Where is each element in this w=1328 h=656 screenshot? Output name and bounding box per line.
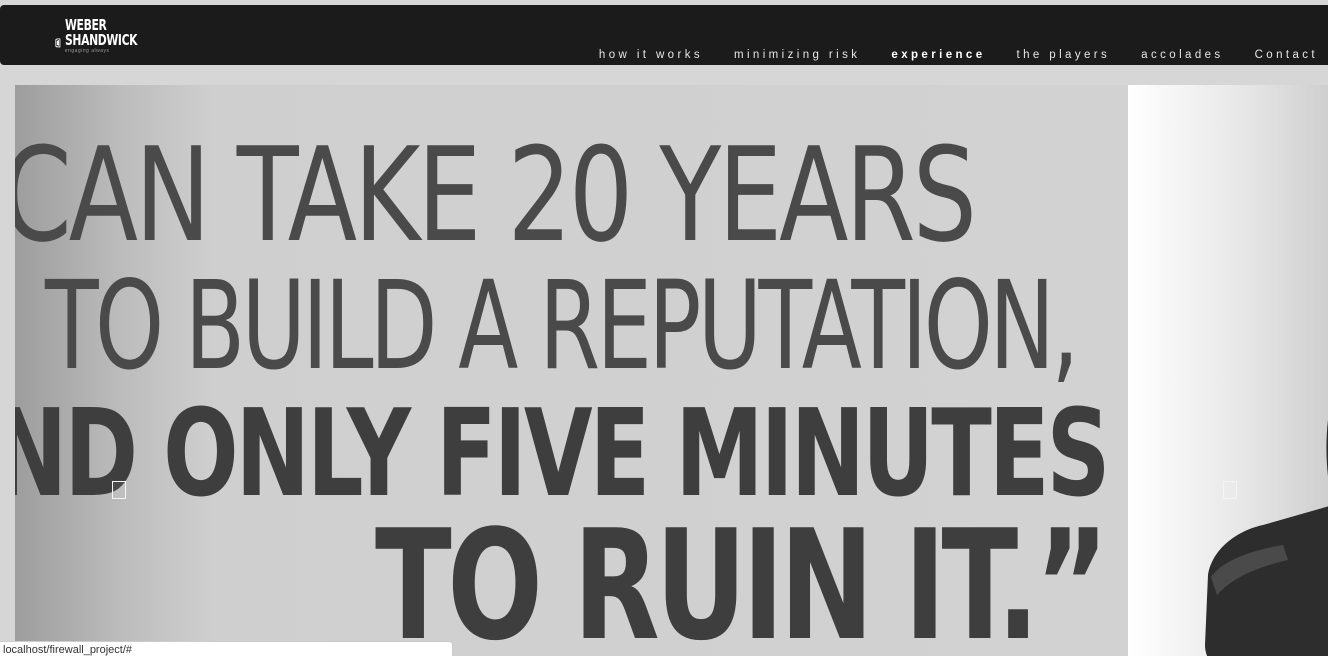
page: WEBER SHANDWICK engaging always how it w…: [0, 0, 1328, 656]
top-navigation-bar: WEBER SHANDWICK engaging always how it w…: [0, 5, 1328, 65]
brand-wordmark: WEBER SHANDWICK engaging always: [65, 18, 165, 54]
nav-item-the-players[interactable]: the players: [1017, 49, 1111, 61]
hero-slide-quote: CAN TAKE 20 YEARS TO BUILD A REPUTATION,…: [15, 85, 1128, 656]
nav-item-minimizing-risk[interactable]: minimizing risk: [734, 49, 860, 61]
nav-item-how-it-works[interactable]: how it works: [599, 49, 703, 61]
brand-name-line-2: SHANDWICK: [64, 31, 138, 49]
nav-item-experience[interactable]: experience: [891, 49, 985, 61]
nav-item-contact[interactable]: Contact: [1255, 49, 1318, 61]
status-url: localhost/firewall_project/#: [3, 644, 133, 656]
quote-line-4: TO RUIN IT.”: [375, 497, 1109, 656]
quote-line-1: CAN TAKE 20 YEARS: [15, 119, 977, 271]
slider-prev-arrow-icon[interactable]: [112, 481, 126, 499]
browser-status-bar: localhost/firewall_project/#: [0, 641, 453, 656]
main-nav: how it works minimizing risk experience …: [599, 49, 1318, 61]
firewall-device-image: [1205, 420, 1328, 656]
slider-next-arrow-icon[interactable]: [1223, 481, 1237, 499]
brand-tagline: engaging always: [64, 48, 110, 54]
hero-slide-next-preview: [1128, 85, 1328, 656]
nav-item-accolades[interactable]: accolades: [1141, 49, 1223, 61]
quote-line-2: TO BUILD A REPUTATION,: [45, 255, 1079, 397]
brand-logo-link[interactable]: WEBER SHANDWICK engaging always: [55, 18, 165, 70]
brand-logo-icon: [55, 38, 61, 48]
